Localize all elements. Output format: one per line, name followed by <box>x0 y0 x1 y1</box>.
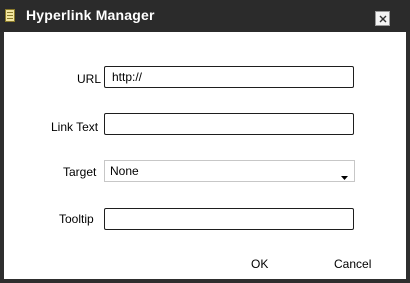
tooltip-input[interactable] <box>104 208 354 230</box>
close-button[interactable] <box>375 11 390 26</box>
ok-button[interactable]: OK <box>251 257 268 271</box>
hyperlink-manager-dialog: Hyperlink Manager URL Link Text Target N… <box>0 0 410 283</box>
title-bar: Hyperlink Manager <box>0 0 410 32</box>
link-text-label: Link Text <box>51 120 99 134</box>
link-text-input[interactable] <box>104 113 354 135</box>
dropdown-arrow-icon <box>341 169 348 183</box>
target-select[interactable]: None <box>104 160 355 182</box>
target-selected-value: None <box>110 164 139 178</box>
dialog-title: Hyperlink Manager <box>26 7 155 23</box>
cancel-button[interactable]: Cancel <box>334 257 371 271</box>
target-label: Target <box>63 165 97 179</box>
dialog-content: URL Link Text Target None Tooltip OK Can… <box>4 32 406 279</box>
url-input[interactable] <box>104 66 354 88</box>
tooltip-label: Tooltip <box>59 212 94 226</box>
close-icon <box>379 15 387 23</box>
url-label: URL <box>77 72 102 86</box>
app-icon <box>5 9 15 22</box>
